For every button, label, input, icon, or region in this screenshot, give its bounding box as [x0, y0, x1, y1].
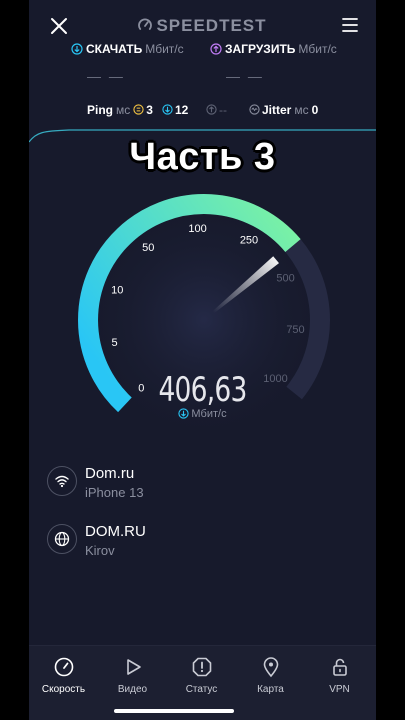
gauge-tick-label: 500 [276, 273, 294, 285]
play-icon [126, 659, 141, 675]
gauge-tick-label: 100 [188, 223, 206, 235]
tab-vpn[interactable]: VPN [305, 656, 374, 695]
speedometer-icon [54, 657, 73, 677]
gauge-tick-label: 50 [142, 242, 154, 254]
isp-name: Dom.ru [85, 465, 135, 482]
speed-unit: Мбит/с [29, 408, 376, 420]
map-pin-icon [263, 657, 278, 678]
tab-map[interactable]: Карта [236, 656, 305, 695]
tab-speed[interactable]: Скорость [29, 656, 98, 695]
speed-value: 406,63 [158, 370, 247, 410]
gauge-tick-label: 750 [286, 324, 304, 336]
tab-label: Карта [257, 684, 284, 695]
home-indicator [114, 709, 234, 713]
tab-label: Статус [185, 684, 218, 695]
server-location: Kirov [85, 543, 115, 558]
tab-label: Скорость [41, 684, 86, 695]
isp-device: iPhone 13 [85, 485, 144, 500]
speed-unit-label: Мбит/с [191, 408, 227, 420]
gauge-tick-label: 5 [112, 337, 118, 349]
download-arrow-icon [178, 408, 190, 419]
globe-icon [54, 531, 70, 547]
provider-icon-circle [47, 524, 77, 554]
lock-icon [332, 658, 347, 676]
alert-icon [192, 657, 211, 677]
speedtest-screen: SPEEDTEST СКАЧАТЬ Мбит/с ЗАГРУЗИТЬ Мбит/с … [29, 0, 376, 720]
tab-status[interactable]: Статус [167, 656, 236, 695]
wifi-icon [55, 475, 69, 488]
tab-video[interactable]: Видео [98, 656, 167, 695]
tab-label: VPN [329, 684, 350, 695]
gauge-tick-label: 10 [111, 284, 123, 296]
gauge-tick-label: 250 [240, 235, 258, 247]
provider-icon-circle [47, 466, 77, 496]
server-name: DOM.RU [85, 523, 146, 540]
tab-label: Видео [117, 684, 148, 695]
